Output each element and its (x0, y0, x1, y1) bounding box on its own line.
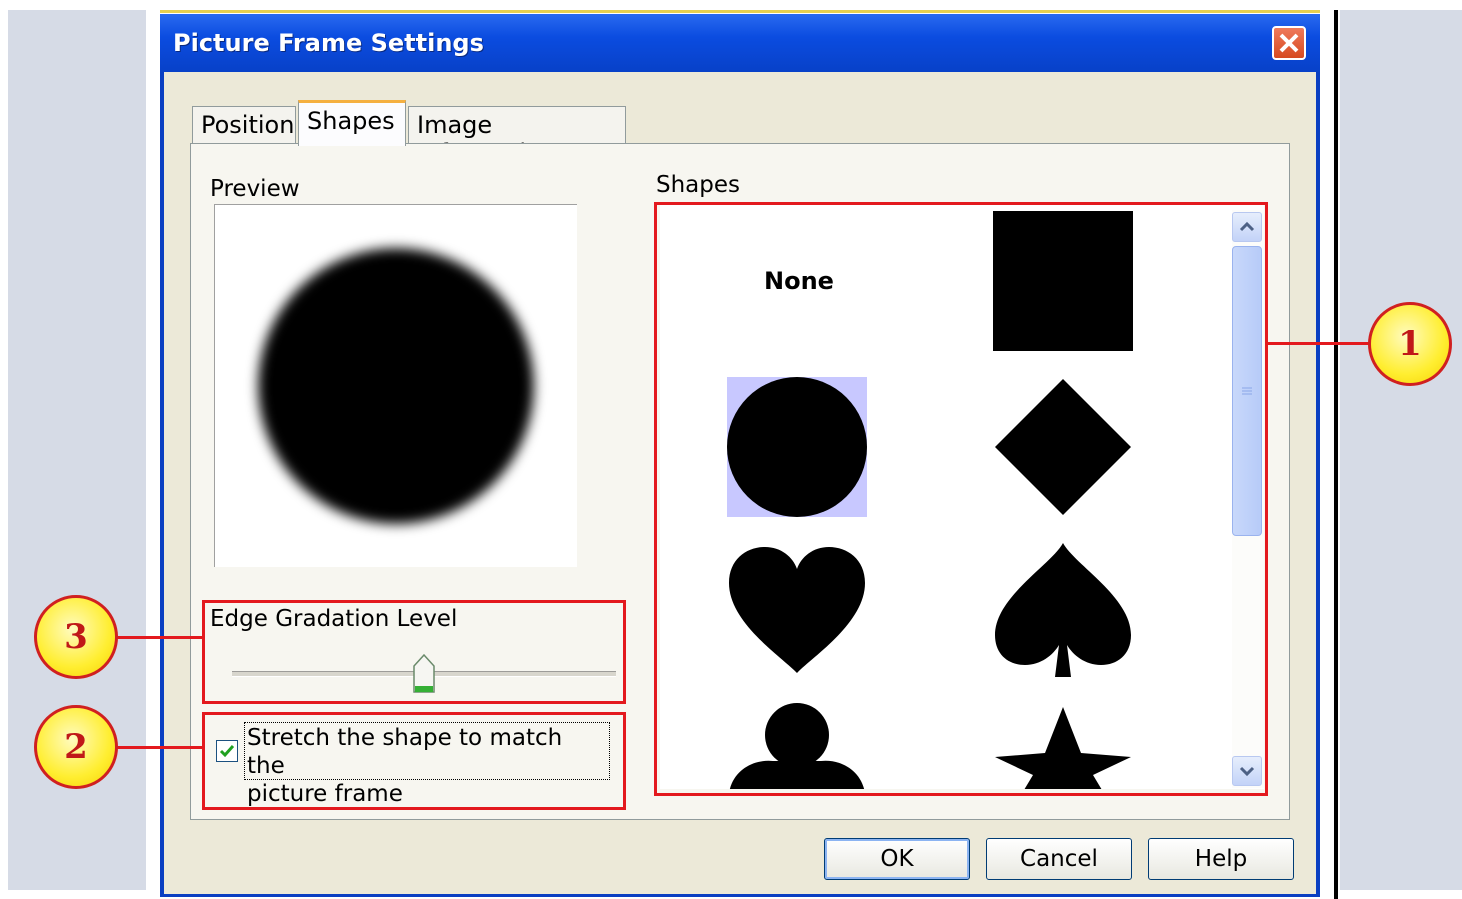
shapes-list[interactable]: None (660, 205, 1264, 789)
stretch-checkbox[interactable] (216, 740, 238, 762)
help-button[interactable]: Help (1148, 838, 1294, 880)
tab-position[interactable]: Position (192, 106, 296, 144)
dialog-title: Picture Frame Settings (173, 29, 484, 57)
preview-area (214, 204, 577, 567)
gradation-slider-thumb[interactable] (413, 654, 435, 694)
cancel-button[interactable]: Cancel (986, 838, 1132, 880)
callout-2: 2 (34, 705, 118, 789)
shape-circle-selected[interactable] (727, 377, 867, 517)
checkmark-icon (219, 745, 235, 758)
tab-image-information[interactable]: Image Information (408, 106, 626, 167)
chevron-down-icon (1239, 766, 1255, 777)
shape-diamond[interactable] (993, 377, 1133, 517)
circle-icon (727, 377, 867, 517)
shape-none[interactable]: None (764, 267, 834, 295)
shape-heart[interactable] (727, 545, 867, 675)
shape-square[interactable] (993, 211, 1133, 351)
callout-2-line (116, 746, 204, 749)
shape-star[interactable] (993, 705, 1133, 789)
ok-button[interactable]: OK (824, 838, 970, 880)
background-divider (1334, 10, 1338, 899)
preview-label: Preview (210, 176, 300, 202)
scroll-down-button[interactable] (1232, 756, 1262, 786)
dialog-client-area: Position Shapes Image Information Previe… (164, 72, 1316, 894)
background-right-panel (1340, 10, 1462, 890)
title-bar[interactable]: Picture Frame Settings (160, 14, 1320, 72)
chevron-up-icon (1239, 221, 1255, 232)
preview-shape (258, 248, 534, 524)
scroll-thumb[interactable] (1232, 246, 1262, 536)
stretch-label-line1: Stretch the shape to match the (247, 725, 563, 779)
grip-icon (1242, 387, 1252, 395)
shapes-scrollbar[interactable] (1232, 210, 1264, 788)
shape-spade[interactable] (993, 541, 1133, 681)
shape-club[interactable] (727, 703, 867, 789)
close-icon (1279, 33, 1299, 53)
stretch-checkbox-label[interactable]: Stretch the shape to match the picture f… (244, 722, 610, 807)
tab-label: Shapes (307, 107, 395, 135)
scroll-up-button[interactable] (1232, 212, 1262, 242)
background-top-edge (160, 10, 1320, 13)
shapes-label: Shapes (656, 172, 741, 198)
close-button[interactable] (1272, 26, 1306, 60)
callout-1: 1 (1368, 302, 1452, 386)
gradation-label: Edge Gradation Level (210, 606, 458, 632)
picture-frame-settings-dialog: Picture Frame Settings Position Shapes I… (160, 14, 1320, 897)
callout-3: 3 (34, 595, 118, 679)
callout-3-line (116, 636, 204, 639)
stretch-label-line2: picture frame (247, 781, 403, 807)
callout-1-line (1266, 342, 1370, 345)
tab-label: Position (201, 111, 295, 139)
tab-shapes[interactable]: Shapes (298, 100, 406, 146)
